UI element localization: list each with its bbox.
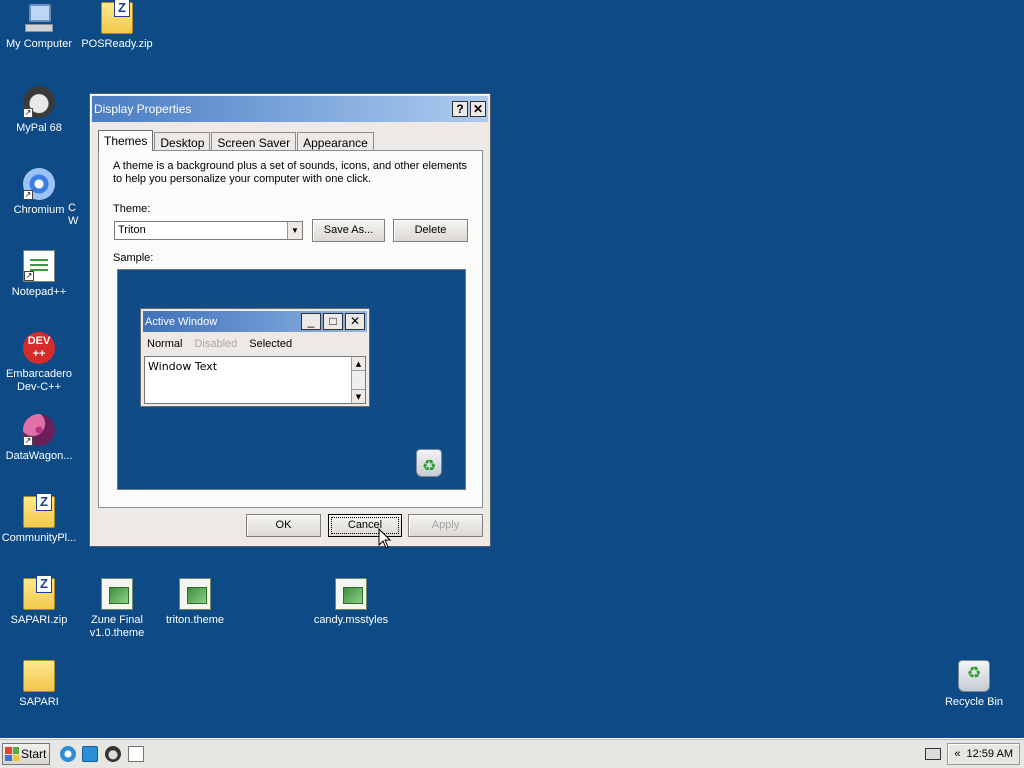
start-button[interactable]: Start	[2, 743, 50, 765]
dialog-title: Display Properties	[94, 102, 192, 116]
desktop-icon-chromium[interactable]: ↗ Chromium	[0, 168, 78, 217]
taskbar: Start « 12:59 AM	[0, 738, 1024, 768]
mypal-quicklaunch-icon[interactable]	[105, 746, 121, 762]
devcpp-icon: DEV ++	[23, 332, 55, 364]
sample-label: Sample:	[113, 252, 154, 264]
desktop-icon-label: Notepad++	[11, 286, 67, 298]
ok-button[interactable]: OK	[246, 514, 321, 537]
desktop-icon-triton-theme[interactable]: triton.theme	[156, 578, 234, 627]
zip-folder-icon: Z	[101, 0, 133, 34]
chromium-icon: ↗	[23, 168, 55, 200]
outlook-express-icon[interactable]	[82, 746, 98, 762]
theme-label: Theme:	[113, 203, 151, 215]
start-label: Start	[21, 747, 47, 761]
desktop-icon-label: SAPARI	[19, 696, 59, 708]
theme-select[interactable]: Triton ▼	[114, 221, 303, 240]
desktop-icon-devcpp[interactable]: DEV ++ Embarcadero Dev-C++	[0, 332, 78, 394]
sample-menu-disabled: Disabled	[194, 338, 238, 350]
themes-panel: A theme is a background plus a set of so…	[98, 150, 483, 508]
desktop-icon-label: MyPal 68	[16, 122, 62, 134]
sample-window-title: Active Window	[145, 315, 218, 328]
sample-active-window: Active Window _ □ ✕ Normal Disabled Sele…	[140, 308, 370, 407]
desktop-icon-label: triton.theme	[165, 614, 225, 626]
desktop-icon-label: DataWagon...	[5, 450, 73, 462]
sample-menu-normal: Normal	[147, 338, 183, 350]
keyboard-icon[interactable]	[925, 748, 942, 760]
desktop-icon-label: Embarcadero Dev-C++	[5, 368, 73, 393]
desktop-icon-label: Zune Final v1.0.theme	[89, 614, 145, 639]
desktop-icon-communitypl[interactable]: Z CommunityPl...	[0, 493, 78, 545]
desktop-icon-label: Chromium	[13, 204, 65, 216]
desktop-icon-notepadpp[interactable]: ↗ Notepad++	[0, 250, 78, 299]
zip-folder-icon: Z	[23, 575, 55, 610]
notification-area: « 12:59 AM	[947, 743, 1020, 765]
dialog-titlebar[interactable]: Display Properties ? ✕	[92, 96, 488, 122]
desktop-icon-datawagon[interactable]: ↗ DataWagon...	[0, 414, 78, 463]
sample-window-text-area: Window Text ▲ ▼	[144, 356, 366, 404]
desktop-icon-label: CommunityPl...	[1, 532, 77, 544]
scroll-down-icon: ▼	[352, 389, 365, 403]
close-icon: ✕	[345, 313, 365, 330]
scroll-up-icon: ▲	[352, 357, 365, 371]
sample-window-text: Window Text	[148, 360, 218, 373]
desktop-icon-zune-theme[interactable]: Zune Final v1.0.theme	[78, 578, 156, 640]
shortcut-arrow-icon: ↗	[23, 108, 33, 118]
tab-appearance[interactable]: Appearance	[297, 132, 374, 151]
tab-themes[interactable]: Themes	[98, 130, 154, 151]
desktop-icon-candy-msstyles[interactable]: candy.msstyles	[306, 578, 396, 627]
notepad-quicklaunch-icon[interactable]	[128, 746, 144, 762]
theme-file-icon	[101, 578, 133, 610]
apply-button[interactable]: Apply	[408, 514, 483, 537]
desktop-icon-sapari-folder[interactable]: SAPARI	[0, 660, 78, 709]
shortcut-arrow-icon: ↗	[23, 190, 33, 200]
themes-description: A theme is a background plus a set of so…	[113, 160, 468, 185]
desktop-icon-my-computer[interactable]: My Computer	[0, 2, 78, 51]
system-tray: « 12:59 AM	[925, 743, 1020, 765]
maximize-icon: □	[323, 313, 343, 330]
notepadpp-icon: ↗	[23, 250, 55, 282]
dropdown-arrow-icon[interactable]: ▼	[287, 222, 302, 239]
internet-explorer-icon[interactable]	[60, 746, 76, 762]
clock[interactable]: 12:59 AM	[967, 748, 1013, 760]
desktop-icon-sapari-zip[interactable]: Z SAPARI.zip	[0, 575, 78, 627]
delete-button[interactable]: Delete	[393, 219, 468, 242]
theme-select-value: Triton	[118, 224, 146, 236]
desktop-icon-posready-zip[interactable]: Z POSReady.zip	[78, 0, 156, 51]
msstyles-file-icon	[335, 578, 367, 610]
close-button[interactable]: ✕	[470, 101, 486, 117]
sample-menu-bar: Normal Disabled Selected	[141, 334, 369, 354]
theme-file-icon	[179, 578, 211, 610]
folder-icon	[23, 660, 55, 692]
desktop-icon-label: SAPARI.zip	[10, 614, 68, 626]
desktop-icon-label: POSReady.zip	[81, 38, 153, 50]
recycle-bin-icon	[958, 660, 990, 692]
shortcut-arrow-icon: ↗	[23, 436, 33, 446]
show-hidden-icons-chevron[interactable]: «	[954, 748, 960, 760]
mouse-cursor-icon	[378, 528, 392, 549]
devcpp-icon-text: DEV ++	[27, 335, 51, 360]
desktop-icon-label: candy.msstyles	[313, 614, 389, 626]
datawagon-icon: ↗	[23, 414, 55, 446]
tab-screen-saver[interactable]: Screen Saver	[211, 132, 297, 151]
desktop-icon-mypal[interactable]: ↗ MyPal 68	[0, 86, 78, 135]
shortcut-arrow-icon: ↗	[24, 271, 34, 281]
desktop-icon-label: Recycle Bin	[944, 696, 1004, 708]
save-as-button[interactable]: Save As...	[312, 219, 385, 242]
desktop-icon-recycle-bin[interactable]: Recycle Bin	[935, 660, 1013, 709]
sample-window-titlebar: Active Window _ □ ✕	[143, 311, 367, 332]
tab-desktop[interactable]: Desktop	[154, 132, 211, 151]
desktop-icon-label: My Computer	[5, 38, 73, 50]
my-computer-icon	[23, 2, 55, 34]
tab-strip: Themes Desktop Screen Saver Appearance	[98, 130, 375, 151]
minimize-icon: _	[301, 313, 321, 330]
help-button[interactable]: ?	[452, 101, 468, 117]
sample-recycle-bin-icon	[416, 449, 442, 477]
mypal-icon: ↗	[23, 86, 55, 118]
sample-scrollbar: ▲ ▼	[351, 357, 365, 403]
sample-menu-selected: Selected	[249, 338, 293, 350]
theme-sample-preview: Active Window _ □ ✕ Normal Disabled Sele…	[117, 269, 466, 490]
zip-folder-icon: Z	[23, 493, 55, 528]
windows-logo-icon	[5, 747, 19, 761]
display-properties-dialog: Display Properties ? ✕ Themes Desktop Sc…	[89, 93, 491, 547]
